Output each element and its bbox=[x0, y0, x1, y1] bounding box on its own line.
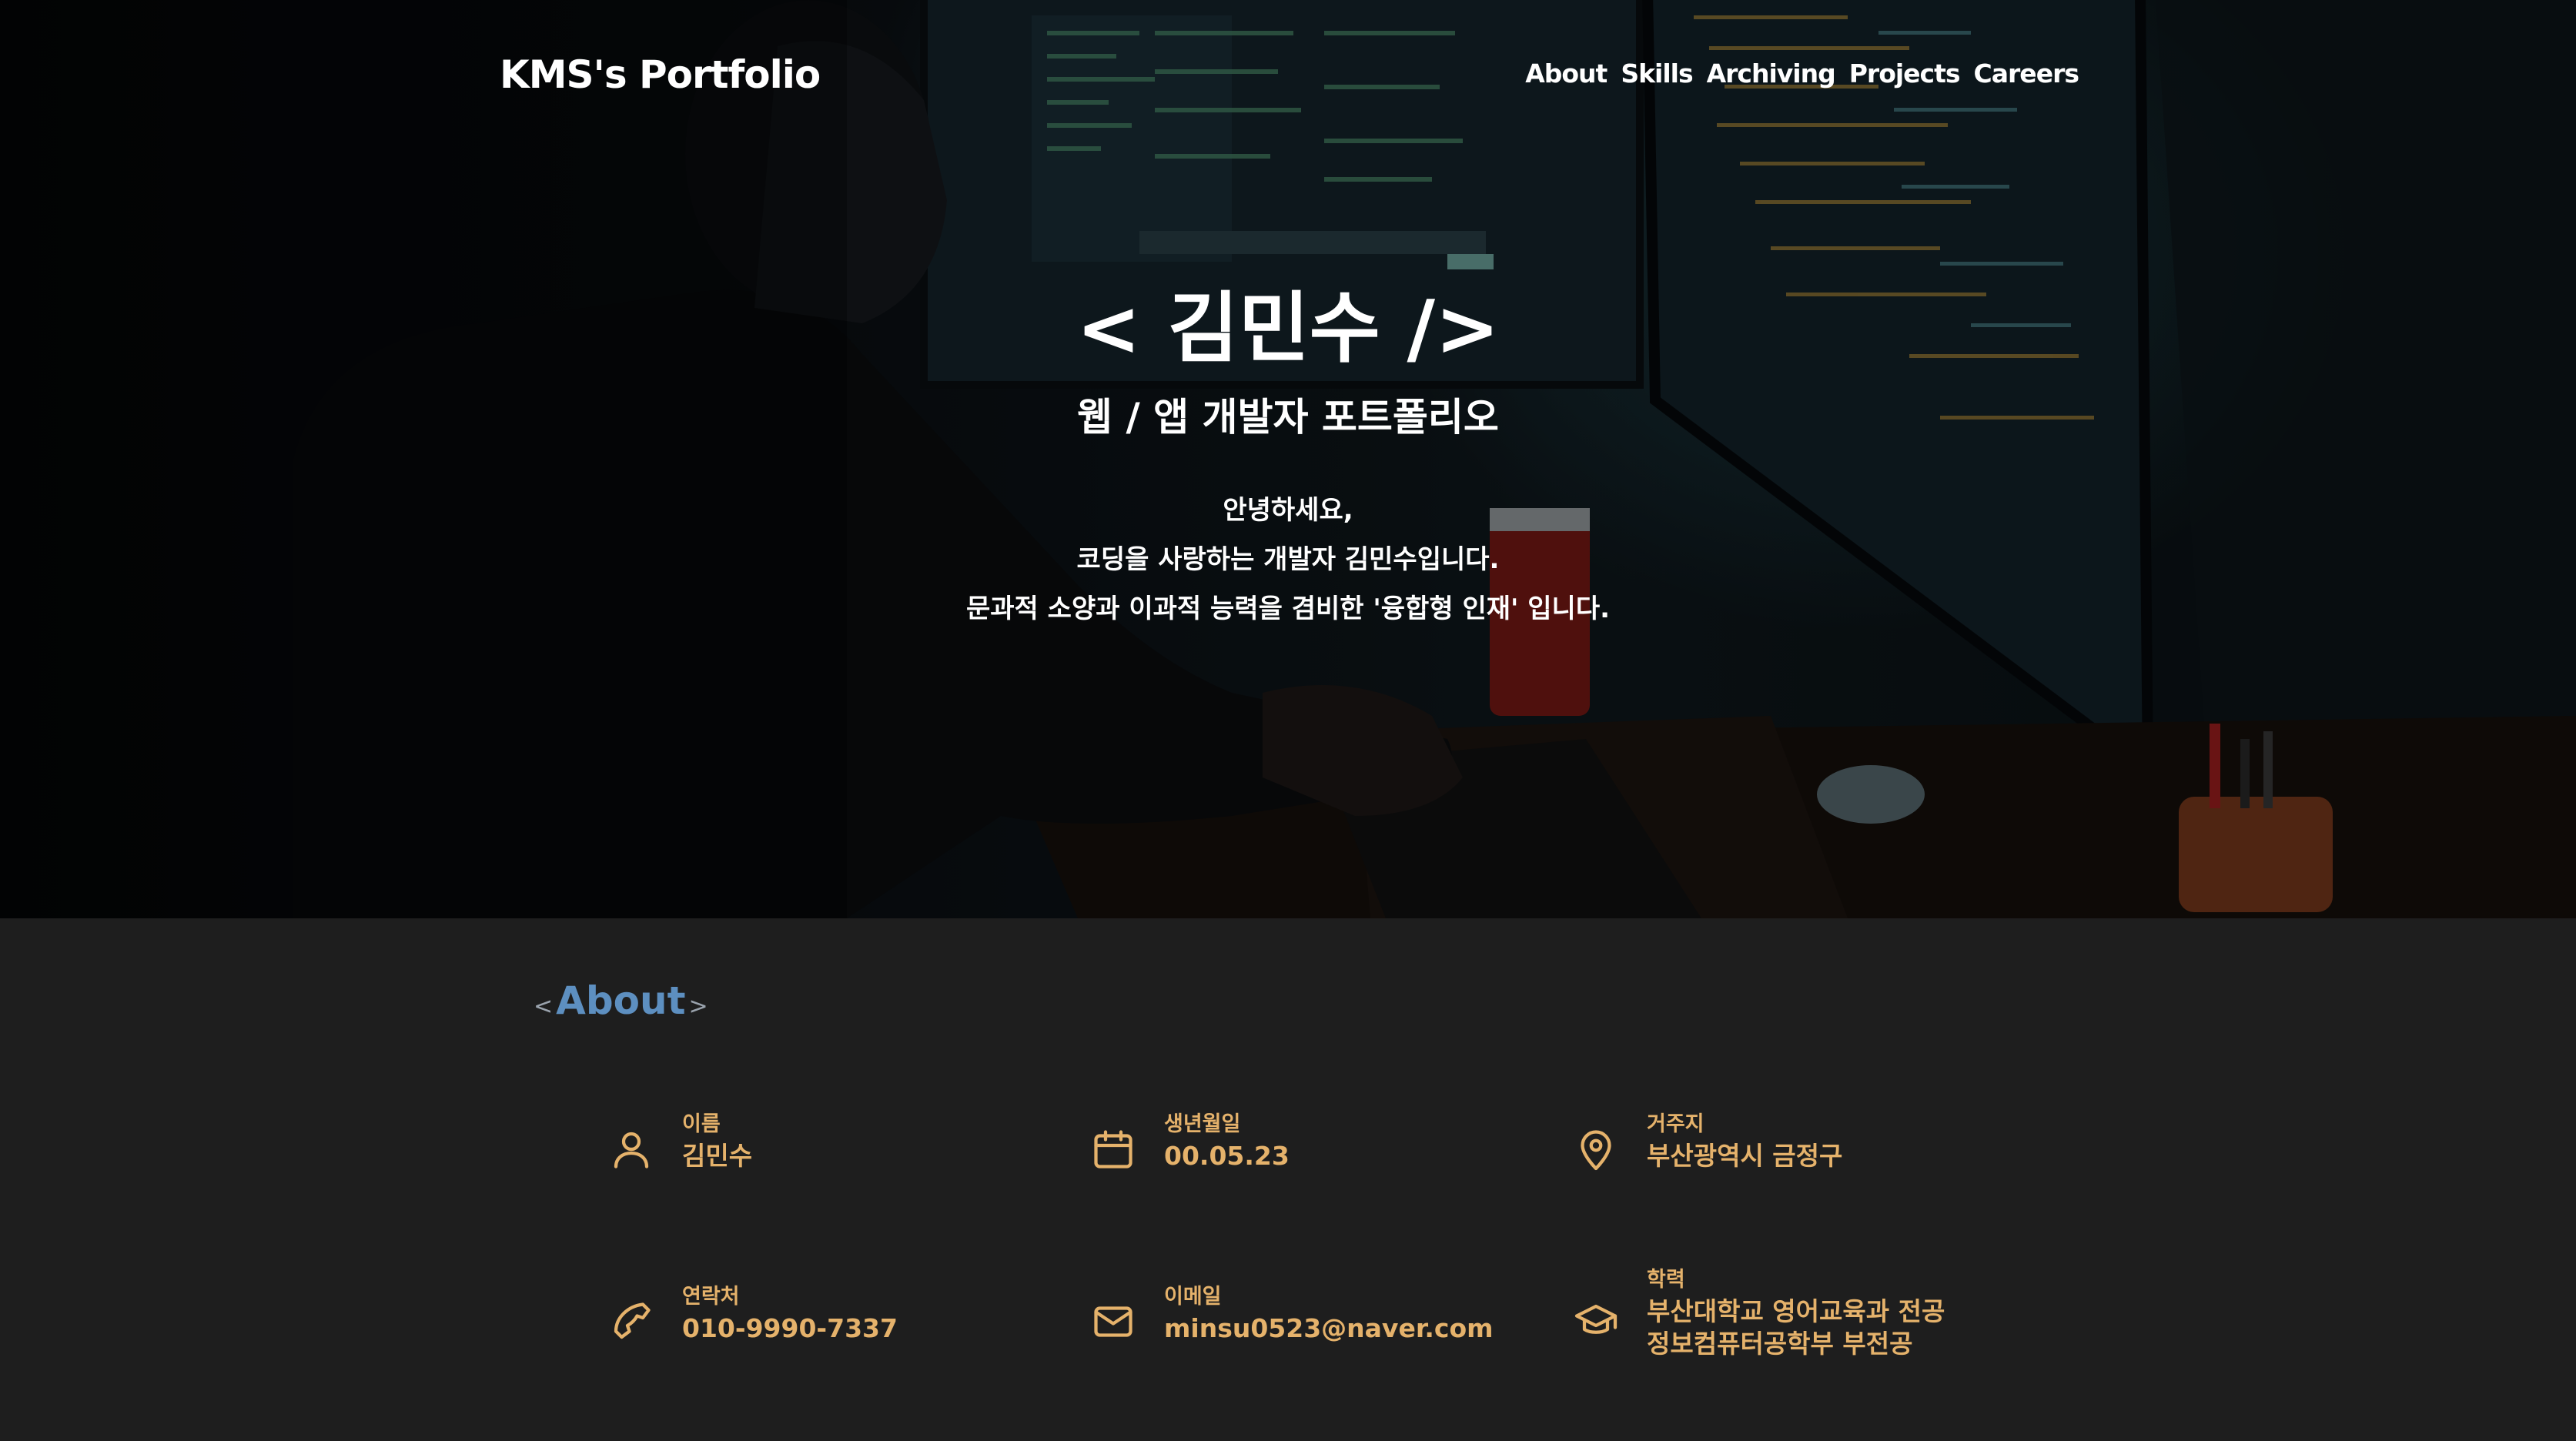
user-icon bbox=[608, 1126, 654, 1172]
about-item-value: 부산광역시 금정구 bbox=[1647, 1141, 1843, 1171]
about-item-label: 이메일 bbox=[1164, 1285, 1222, 1309]
graduation-cap-icon bbox=[1573, 1299, 1619, 1345]
about-item-label: 연락처 bbox=[682, 1285, 740, 1309]
about-heading: <About > bbox=[530, 974, 711, 1034]
hero-description-line: 문과적 소양과 이과적 능력을 겸비한 '융합형 인재' 입니다. bbox=[965, 593, 1611, 624]
about-section: <About > 이름 김민수 생년월일 00.05.23 거주지 부산광역시 … bbox=[0, 918, 2576, 1441]
about-item-address: 거주지 부산광역시 금정구 bbox=[1573, 1109, 1842, 1172]
about-item-value: minsu0523@naver.com bbox=[1164, 1313, 1494, 1343]
nav-link-archiving[interactable]: Archiving bbox=[1707, 54, 1836, 94]
about-item-education: 학력 부산대학교 영어교육과 전공 정보컴퓨터공학부 부전공 bbox=[1573, 1265, 1945, 1360]
hero-subtitle: 웹 / 앱 개발자 포트폴리오 bbox=[1077, 395, 1499, 440]
about-item-birthdate: 생년월일 00.05.23 bbox=[1090, 1109, 1290, 1172]
heading-bracket-open: < bbox=[534, 993, 554, 1020]
about-item-label: 생년월일 bbox=[1164, 1112, 1241, 1136]
calendar-icon bbox=[1090, 1126, 1136, 1172]
about-item-phone: 연락처 010-9990-7337 bbox=[608, 1282, 898, 1345]
about-item-value-secondary: 정보컴퓨터공학부 부전공 bbox=[1647, 1329, 1913, 1359]
nav-link-careers[interactable]: Careers bbox=[1974, 54, 2079, 94]
about-item-label: 거주지 bbox=[1647, 1112, 1705, 1136]
about-item-label: 학력 bbox=[1647, 1268, 1685, 1292]
nav-link-about[interactable]: About bbox=[1525, 54, 1607, 94]
heading-bracket-close: > bbox=[688, 993, 708, 1020]
hero-description-line: 안녕하세요, bbox=[1223, 495, 1353, 526]
nav-link-skills[interactable]: Skills bbox=[1621, 54, 1693, 94]
mail-icon bbox=[1090, 1299, 1136, 1345]
site-brand-logo[interactable]: KMS's Portfolio bbox=[500, 48, 821, 102]
about-item-email: 이메일 minsu0523@naver.com bbox=[1090, 1282, 1494, 1345]
hero-description: 안녕하세요, 코딩을 사랑하는 개발자 김민수입니다. 문과적 소양과 이과적 … bbox=[0, 486, 2576, 634]
nav-link-projects[interactable]: Projects bbox=[1849, 54, 1961, 94]
hero-title: < 김민수 /> bbox=[1076, 283, 1500, 373]
about-item-value: 김민수 bbox=[682, 1141, 753, 1171]
hero-description-line: 코딩을 사랑하는 개발자 김민수입니다. bbox=[1076, 544, 1500, 575]
about-item-value: 010-9990-7337 bbox=[682, 1313, 898, 1343]
hero-section: KMS's Portfolio About Skills Archiving P… bbox=[0, 0, 2576, 918]
top-navigation: About Skills Archiving Projects Careers bbox=[1525, 54, 2079, 94]
about-item-label: 이름 bbox=[682, 1112, 721, 1136]
hero-background-image bbox=[0, 0, 2576, 918]
map-pin-icon bbox=[1573, 1126, 1619, 1172]
about-heading-text: About bbox=[556, 978, 686, 1023]
phone-icon bbox=[608, 1299, 654, 1345]
about-item-name: 이름 김민수 bbox=[608, 1109, 752, 1172]
about-item-value: 부산대학교 영어교육과 전공 bbox=[1647, 1296, 1945, 1326]
about-item-value: 00.05.23 bbox=[1164, 1141, 1290, 1171]
